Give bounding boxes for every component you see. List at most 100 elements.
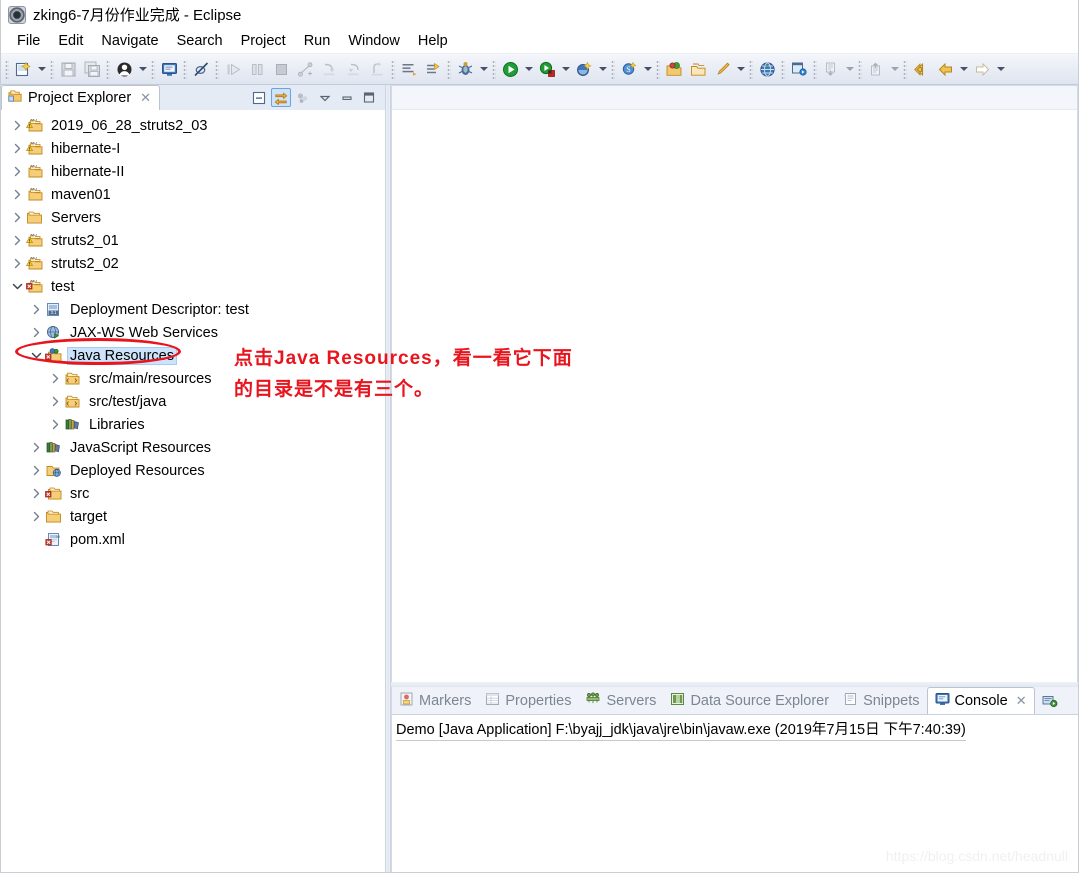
tab-console[interactable]: Console ✕ <box>926 687 1035 714</box>
chevron-right-icon[interactable] <box>47 419 63 430</box>
tree-row[interactable]: M Jstruts2_01 <box>1 229 385 252</box>
toolbar-dropdown-arrow[interactable] <box>843 58 856 80</box>
toolbar-grip[interactable] <box>813 59 817 79</box>
toolbar-dropdown-arrow[interactable] <box>136 58 149 80</box>
toolbar-dropdown-arrow[interactable] <box>734 58 747 80</box>
view-menu-icon[interactable] <box>315 88 335 107</box>
run-icon[interactable] <box>499 58 521 80</box>
step-over-icon[interactable] <box>342 58 364 80</box>
tree-row[interactable]: JavaScript Resources <box>1 436 385 459</box>
disconnect-icon[interactable] <box>294 58 316 80</box>
minimize-icon[interactable] <box>337 88 357 107</box>
step-return-icon[interactable] <box>366 58 388 80</box>
forward-icon[interactable] <box>971 58 993 80</box>
toolbar-dropdown-arrow[interactable] <box>994 58 1007 80</box>
back-history-icon[interactable] <box>910 58 932 80</box>
chevron-right-icon[interactable] <box>9 120 25 131</box>
focus-on-active-task-icon[interactable] <box>293 88 313 107</box>
toolbar-grip[interactable] <box>492 59 496 79</box>
toolbar-grip[interactable] <box>5 59 9 79</box>
tree-row[interactable]: Mpom.xml <box>1 528 385 551</box>
link-with-editor-icon[interactable] <box>271 88 291 107</box>
open-task-icon[interactable] <box>687 58 709 80</box>
tree-row[interactable]: src/test/java <box>1 390 385 413</box>
external-tools-icon[interactable] <box>573 58 595 80</box>
step-into-icon[interactable] <box>318 58 340 80</box>
chevron-right-icon[interactable] <box>28 465 44 476</box>
toolbar-grip[interactable] <box>183 59 187 79</box>
editor-area[interactable] <box>391 85 1078 682</box>
tab-markers[interactable]: Markers <box>392 688 478 714</box>
toolbar-dropdown-arrow[interactable] <box>522 58 535 80</box>
tree-row[interactable]: Deployed Resources <box>1 459 385 482</box>
chevron-right-icon[interactable] <box>28 327 44 338</box>
tree-row[interactable]: M Jhibernate-II <box>1 160 385 183</box>
tree-row[interactable]: src/main/resources <box>1 367 385 390</box>
tree-row[interactable]: M Jstruts2_02 <box>1 252 385 275</box>
menu-item-help[interactable]: Help <box>409 31 457 51</box>
chevron-down-icon[interactable] <box>28 351 44 360</box>
tree-row[interactable]: M Jhibernate-I <box>1 137 385 160</box>
terminate-icon[interactable] <box>270 58 292 80</box>
toolbar-grip[interactable] <box>106 59 110 79</box>
tree-row[interactable]: Servers <box>1 206 385 229</box>
tree-row[interactable]: 3.1 Deployment Descriptor: test <box>1 298 385 321</box>
toolbar-dropdown-arrow[interactable] <box>477 58 490 80</box>
chevron-right-icon[interactable] <box>9 189 25 200</box>
chevron-right-icon[interactable] <box>9 258 25 269</box>
toolbar-grip[interactable] <box>611 59 615 79</box>
chevron-right-icon[interactable] <box>28 442 44 453</box>
toolbar-dropdown-arrow[interactable] <box>888 58 901 80</box>
open-web-browser-icon[interactable] <box>756 58 778 80</box>
suspend-icon[interactable] <box>246 58 268 80</box>
open-type-icon[interactable] <box>663 58 685 80</box>
chevron-right-icon[interactable] <box>28 304 44 315</box>
back-icon[interactable] <box>934 58 956 80</box>
maximize-icon[interactable] <box>359 88 379 107</box>
toolbar-grip[interactable] <box>50 59 54 79</box>
save-all-icon[interactable] <box>81 58 103 80</box>
previous-edit-icon[interactable] <box>865 58 887 80</box>
close-icon[interactable]: ✕ <box>1016 693 1027 709</box>
toolbar-grip[interactable] <box>858 59 862 79</box>
toolbar-grip[interactable] <box>215 59 219 79</box>
chevron-right-icon[interactable] <box>47 373 63 384</box>
tab-project-explorer[interactable]: Project Explorer ✕ <box>1 85 161 110</box>
menu-item-search[interactable]: Search <box>168 31 232 51</box>
next-annotation-icon[interactable] <box>422 58 444 80</box>
toolbar-grip[interactable] <box>781 59 785 79</box>
new-wizard-icon[interactable] <box>12 58 34 80</box>
show-whitespace-icon[interactable] <box>398 58 420 80</box>
chevron-right-icon[interactable] <box>28 488 44 499</box>
debug-icon[interactable] <box>454 58 476 80</box>
chevron-right-icon[interactable] <box>28 511 44 522</box>
chevron-down-icon[interactable] <box>9 282 25 291</box>
toolbar-grip[interactable] <box>903 59 907 79</box>
tree-row[interactable]: Java Resources <box>1 344 385 367</box>
tree-row[interactable]: JAX-WS Web Services <box>1 321 385 344</box>
new-java-class-icon[interactable] <box>711 58 733 80</box>
tree-row[interactable]: M J 2019_06_28_struts2_03 <box>1 114 385 137</box>
collapse-all-icon[interactable] <box>249 88 269 107</box>
chevron-right-icon[interactable] <box>47 396 63 407</box>
tree-row[interactable]: target <box>1 505 385 528</box>
tab-servers[interactable]: Servers <box>578 688 663 714</box>
menu-item-project[interactable]: Project <box>232 31 295 51</box>
chevron-right-icon[interactable] <box>9 212 25 223</box>
tree-row[interactable]: src <box>1 482 385 505</box>
toolbar-grip[interactable] <box>391 59 395 79</box>
menu-item-window[interactable]: Window <box>339 31 409 51</box>
chevron-right-icon[interactable] <box>9 143 25 154</box>
save-icon[interactable] <box>57 58 79 80</box>
tab-overflow-partial[interactable] <box>1035 688 1065 714</box>
run-as-server-icon[interactable] <box>536 58 558 80</box>
tree-row[interactable]: Libraries <box>1 413 385 436</box>
skip-breakpoints-icon[interactable] <box>190 58 212 80</box>
menu-item-navigate[interactable]: Navigate <box>92 31 167 51</box>
toolbar-grip[interactable] <box>656 59 660 79</box>
tab-data-source-explorer[interactable]: Data Source Explorer <box>663 688 836 714</box>
tab-properties[interactable]: Properties <box>478 688 578 714</box>
next-edit-icon[interactable] <box>820 58 842 80</box>
tree-row[interactable]: M Jtest <box>1 275 385 298</box>
project-tree[interactable]: M J 2019_06_28_struts2_03 M Jhibernate-I M Jhi… <box>1 110 385 872</box>
